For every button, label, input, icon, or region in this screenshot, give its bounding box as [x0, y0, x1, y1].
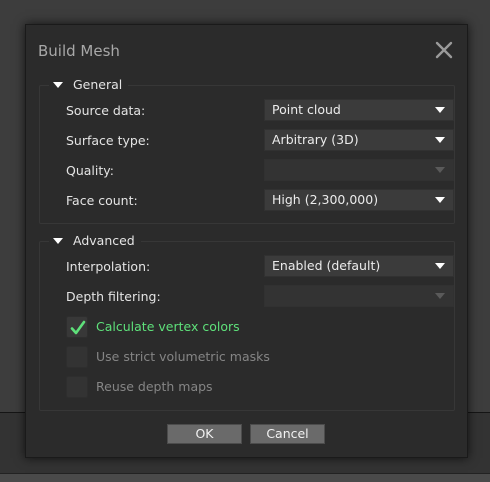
dialog-title: Build Mesh: [38, 42, 120, 60]
advanced-group-title: Advanced: [73, 233, 135, 248]
calculate-vertex-colors-checkbox[interactable]: [66, 316, 88, 338]
checkmark-icon: [70, 320, 86, 335]
dropdown-arrow-icon: [435, 107, 445, 113]
interpolation-combo[interactable]: Enabled (default): [264, 255, 454, 277]
dropdown-arrow-icon: [435, 197, 445, 203]
source-data-label: Source data:: [66, 103, 146, 118]
surface-type-combo[interactable]: Arbitrary (3D): [264, 129, 454, 151]
dropdown-arrow-icon: [435, 293, 445, 299]
interpolation-value: Enabled (default): [272, 258, 381, 273]
calculate-vertex-colors-label: Calculate vertex colors: [96, 319, 240, 334]
face-count-label: Face count:: [66, 193, 138, 208]
reuse-depth-maps-checkbox: [66, 376, 88, 398]
depth-filtering-label: Depth filtering:: [66, 289, 161, 304]
cancel-button[interactable]: Cancel: [250, 424, 325, 444]
quality-label: Quality:: [66, 163, 114, 178]
ok-button[interactable]: OK: [167, 424, 242, 444]
dropdown-arrow-icon: [435, 167, 445, 173]
general-group: General Source data: Point cloud Surface…: [39, 77, 455, 224]
advanced-group-header[interactable]: Advanced: [49, 233, 141, 248]
quality-combo: [264, 159, 454, 181]
depth-filtering-combo: [264, 285, 454, 307]
build-mesh-dialog: Build Mesh General Source data: Point cl…: [25, 24, 468, 458]
close-icon[interactable]: [433, 39, 455, 61]
strict-volumetric-masks-checkbox: [66, 346, 88, 368]
collapse-triangle-icon: [53, 237, 63, 244]
advanced-group: Advanced Interpolation: Enabled (default…: [39, 233, 455, 411]
face-count-combo[interactable]: High (2,300,000): [264, 189, 454, 211]
surface-type-label: Surface type:: [66, 133, 150, 148]
collapse-triangle-icon: [53, 81, 63, 88]
general-group-title: General: [73, 77, 123, 92]
face-count-value: High (2,300,000): [272, 192, 379, 207]
dropdown-arrow-icon: [435, 137, 445, 143]
strict-volumetric-masks-label: Use strict volumetric masks: [96, 349, 270, 364]
interpolation-label: Interpolation:: [66, 259, 151, 274]
surface-type-value: Arbitrary (3D): [272, 132, 359, 147]
reuse-depth-maps-label: Reuse depth maps: [96, 379, 213, 394]
dropdown-arrow-icon: [435, 263, 445, 269]
general-group-header[interactable]: General: [49, 77, 129, 92]
source-data-combo[interactable]: Point cloud: [264, 99, 454, 121]
source-data-value: Point cloud: [272, 102, 341, 117]
